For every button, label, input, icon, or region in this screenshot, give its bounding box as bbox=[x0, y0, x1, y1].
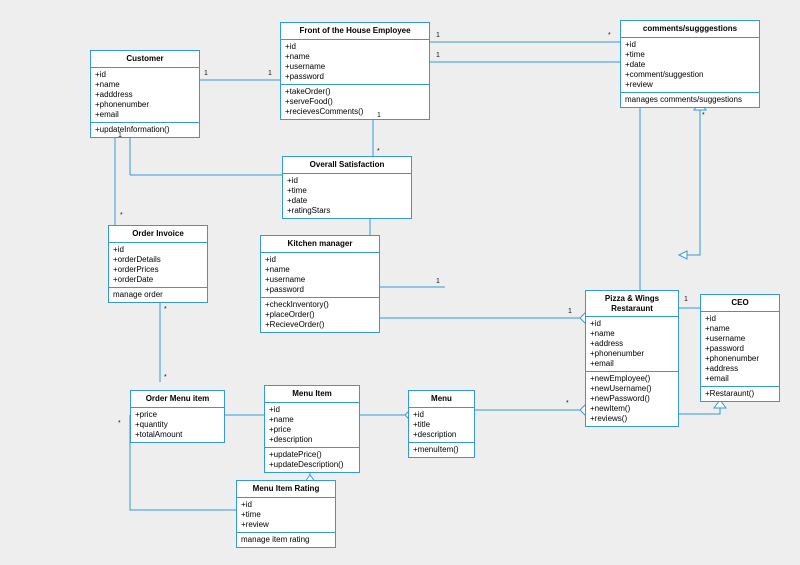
class-title: Front of the House Employee bbox=[281, 23, 429, 40]
attrs: +id+name+username+password+phonenumber+a… bbox=[701, 312, 779, 387]
class-comments[interactable]: comments/sugggestions +id+time+date+comm… bbox=[620, 20, 760, 108]
class-menu-item[interactable]: Menu Item +id+name+price+description +up… bbox=[264, 385, 360, 473]
class-title: Kitchen manager bbox=[261, 236, 379, 253]
attrs: +id+name+username+password bbox=[281, 40, 429, 85]
class-title: Order Invoice bbox=[109, 226, 207, 243]
class-ceo[interactable]: CEO +id+name+username+password+phonenumb… bbox=[700, 294, 780, 402]
class-satisfaction[interactable]: Overall Satisfaction +id+time+date+ratin… bbox=[282, 156, 412, 219]
class-kitchen-manager[interactable]: Kitchen manager +id+name+username+passwo… bbox=[260, 235, 380, 333]
class-title: Pizza & Wings Restaraunt bbox=[586, 291, 678, 317]
multiplicity: 1 bbox=[684, 296, 688, 303]
multiplicity: 1 bbox=[436, 278, 440, 285]
attrs: +id+time+date+ratingStars bbox=[283, 174, 411, 218]
multiplicity: 1 bbox=[568, 308, 572, 315]
attrs: +id+orderDetails+orderPrices+orderDate bbox=[109, 243, 207, 288]
attrs: +price+quantity+totalAmount bbox=[131, 408, 224, 442]
multiplicity: 1 bbox=[118, 132, 122, 139]
class-title: Menu Item bbox=[265, 386, 359, 403]
attrs: +id+name+address+phonenumber+email bbox=[586, 317, 678, 372]
note: manage order bbox=[109, 288, 207, 302]
multiplicity: 1 bbox=[436, 32, 440, 39]
multiplicity: 1 bbox=[436, 52, 440, 59]
multiplicity: * bbox=[377, 148, 380, 155]
class-title: Menu Item Rating bbox=[237, 481, 335, 498]
attrs: +id+time+date+comment/suggestion+review bbox=[621, 38, 759, 93]
ops: +checkInventory()+placeOrder()+RecieveOr… bbox=[261, 298, 379, 332]
attrs: +id+name+username+password bbox=[261, 253, 379, 298]
multiplicity: * bbox=[120, 212, 123, 219]
multiplicity: 1 bbox=[268, 70, 272, 77]
multiplicity: * bbox=[608, 32, 611, 39]
attrs: +id+title+description bbox=[409, 408, 474, 443]
class-order-menu-item[interactable]: Order Menu item +price+quantity+totalAmo… bbox=[130, 390, 225, 443]
multiplicity: 1 bbox=[204, 70, 208, 77]
class-restaurant[interactable]: Pizza & Wings Restaraunt +id+name+addres… bbox=[585, 290, 679, 427]
note: manages comments/suggestions bbox=[621, 93, 759, 107]
ops: +menuItem() bbox=[409, 443, 474, 457]
multiplicity: * bbox=[164, 306, 167, 313]
class-title: Menu bbox=[409, 391, 474, 408]
class-title: comments/sugggestions bbox=[621, 21, 759, 38]
multiplicity: 1 bbox=[377, 112, 381, 119]
class-title: Customer bbox=[91, 51, 199, 68]
class-title: Order Menu item bbox=[131, 391, 224, 408]
note: manage item rating bbox=[237, 533, 335, 547]
ops: +updateInformation() bbox=[91, 123, 199, 137]
attrs: +id+name+adddress+phonenumber+email bbox=[91, 68, 199, 123]
class-menu-item-rating[interactable]: Menu Item Rating +id+time+review manage … bbox=[236, 480, 336, 548]
multiplicity: * bbox=[566, 400, 569, 407]
ops: +updatePrice()+updateDescription() bbox=[265, 448, 359, 472]
attrs: +id+time+review bbox=[237, 498, 335, 533]
class-title: Overall Satisfaction bbox=[283, 157, 411, 174]
multiplicity: * bbox=[118, 420, 121, 427]
class-customer[interactable]: Customer +id+name+adddress+phonenumber+e… bbox=[90, 50, 200, 138]
ops: +takeOrder()+serveFood()+recievesComment… bbox=[281, 85, 429, 119]
class-title: CEO bbox=[701, 295, 779, 312]
class-order-invoice[interactable]: Order Invoice +id+orderDetails+orderPric… bbox=[108, 225, 208, 303]
class-menu[interactable]: Menu +id+title+description +menuItem() bbox=[408, 390, 475, 458]
class-foh-employee[interactable]: Front of the House Employee +id+name+use… bbox=[280, 22, 430, 120]
multiplicity: * bbox=[164, 374, 167, 381]
ops: +newEmployee()+newUsername()+newPassword… bbox=[586, 372, 678, 426]
ops: +Restaraunt() bbox=[701, 387, 779, 401]
attrs: +id+name+price+description bbox=[265, 403, 359, 448]
uml-canvas: Customer +id+name+adddress+phonenumber+e… bbox=[0, 0, 800, 565]
multiplicity: * bbox=[702, 112, 705, 119]
